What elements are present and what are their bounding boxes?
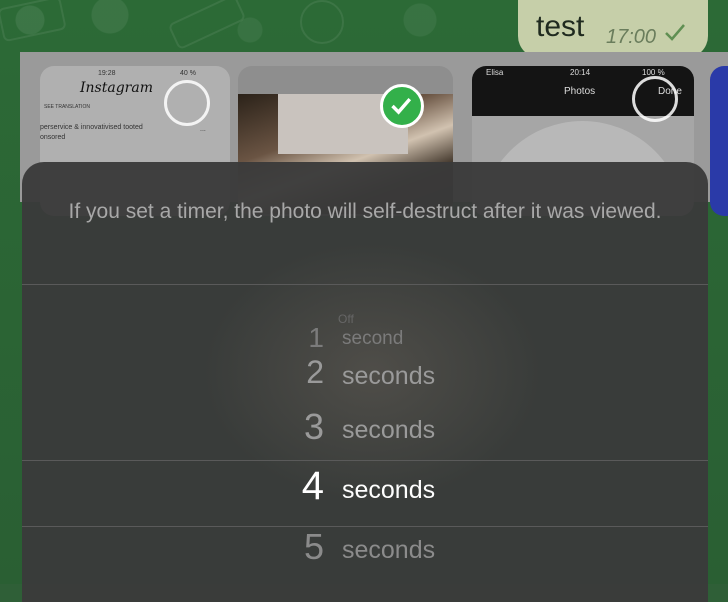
thumb-subtitle: SEE TRANSLATION — [44, 104, 90, 110]
thumb-caption-2: onsored — [40, 134, 66, 141]
photo-thumbnail[interactable] — [710, 66, 728, 216]
message-text: test — [536, 10, 585, 43]
timer-option-2[interactable]: 2 seconds — [22, 354, 708, 402]
option-unit: seconds — [342, 416, 436, 444]
divider — [22, 284, 708, 285]
select-circle[interactable] — [164, 80, 210, 126]
thumb-status-time: 20:14 — [570, 68, 591, 77]
wallpaper-doodle — [167, 0, 247, 51]
timer-hint: If you set a timer, the photo will self-… — [68, 200, 662, 223]
thumb-status-battery: 40 % — [180, 70, 196, 77]
wallpaper-doodle — [0, 0, 67, 43]
thumb-title: Photos — [564, 86, 596, 97]
thumb-carrier: Elisa — [486, 68, 504, 77]
option-number: 3 — [303, 406, 324, 447]
self-destruct-timer-sheet: If you set a timer, the photo will self-… — [22, 162, 708, 602]
timer-option-off[interactable]: Off — [22, 312, 708, 326]
option-unit: Off — [338, 312, 354, 326]
option-unit: seconds — [342, 536, 436, 564]
timer-option-3[interactable]: 3 seconds — [22, 406, 708, 456]
picker-selection-bottom — [22, 526, 708, 527]
thumb-brand: Instagram — [80, 80, 153, 96]
message-time: 17:00 — [606, 26, 657, 48]
option-number: 4 — [301, 464, 324, 508]
message-bubble[interactable]: test 17:00 — [518, 0, 708, 58]
sent-check-icon — [665, 24, 685, 41]
timer-option-5[interactable]: 5 seconds — [22, 526, 708, 576]
option-number: 1 — [308, 322, 324, 353]
select-circle[interactable] — [632, 76, 678, 122]
wallpaper-doodle — [300, 0, 344, 44]
selected-check-icon[interactable] — [380, 84, 424, 128]
option-unit: seconds — [342, 362, 436, 390]
option-unit: second — [342, 328, 404, 349]
thumb-more: ... — [200, 126, 206, 133]
picker-selection-top — [22, 460, 708, 461]
thumb-status-time: 19:28 — [98, 70, 116, 77]
option-number: 2 — [306, 354, 324, 390]
option-unit: seconds — [342, 476, 436, 504]
timer-option-4-selected[interactable]: 4 seconds — [22, 464, 708, 516]
option-number: 5 — [303, 526, 324, 567]
